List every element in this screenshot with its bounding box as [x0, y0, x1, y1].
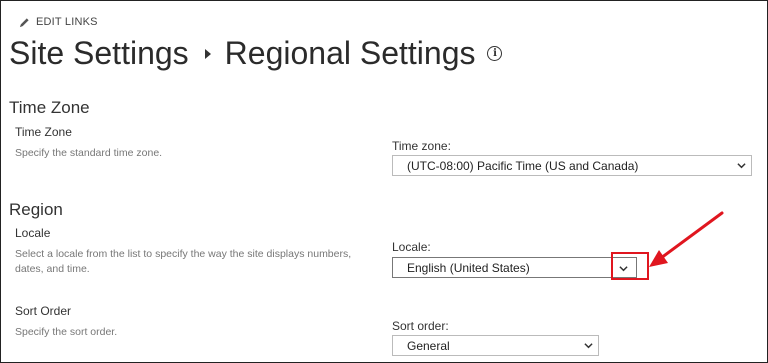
page-frame: EDIT LINKS Site Settings Regional Settin…: [0, 0, 768, 363]
annotation-arrow-icon: [649, 211, 724, 267]
